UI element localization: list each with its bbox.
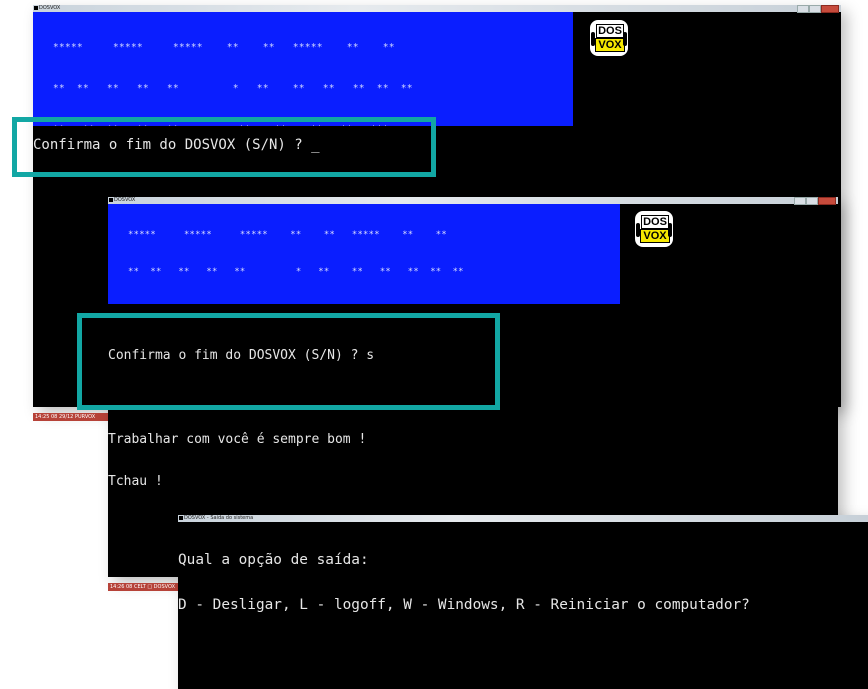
- minimize-button[interactable]: [797, 5, 809, 13]
- window-title: DOSVOX: [39, 5, 61, 11]
- banner-line: ** ** ** ** ** * ** ** ** ** ** **: [53, 82, 413, 94]
- goodbye-line: Tchau !: [108, 474, 163, 489]
- exit-options-text: Qual a opção de saída: D - Desligar, L -…: [178, 523, 750, 643]
- banner-line: ***** ***** ***** ** ** ***** ** **: [53, 41, 395, 53]
- dosvox-banner: ***** ***** ***** ** ** ***** ** ** ** *…: [108, 204, 620, 304]
- close-button[interactable]: [818, 197, 836, 205]
- highlight-box-1: [12, 117, 436, 177]
- logo-dos-text: DOS: [596, 24, 624, 38]
- app-icon: [109, 198, 113, 202]
- headphone-right-icon: [668, 223, 672, 237]
- app-icon: [179, 516, 183, 520]
- exit-question-line: Qual a opção de saída:: [178, 552, 369, 568]
- banner-line: ** ** ** ** ** * ** ** ** ** ** **: [128, 267, 464, 278]
- logo-vox-text: VOX: [595, 38, 625, 52]
- banner-line: ***** ***** ***** ** ** ***** ** **: [128, 230, 447, 241]
- window-title: DOSVOX: [114, 197, 136, 203]
- exit-options-line: D - Desligar, L - logoff, W - Windows, R…: [178, 597, 750, 613]
- maximize-button[interactable]: [809, 5, 821, 13]
- title-bar: DOSVOX: [108, 197, 838, 205]
- minimize-button[interactable]: [794, 197, 806, 205]
- logo-vox-text: VOX: [640, 229, 670, 243]
- dosvox-logo: DOS VOX: [590, 20, 628, 56]
- window-title: DOSVOX - Saída do sistema: [184, 515, 254, 521]
- banner-line: ** ** ** ** ** ** ** ** ** ***: [128, 303, 620, 305]
- taskbar-fragment-1: 14:25 08 29/12 PURVOX: [33, 413, 110, 421]
- dosvox-banner: ***** ***** ***** ** ** ***** ** ** ** *…: [33, 12, 573, 126]
- title-bar: DOSVOX: [33, 5, 841, 13]
- close-button[interactable]: [821, 5, 839, 13]
- headphone-right-icon: [623, 32, 627, 46]
- dosvox-logo: DOS VOX: [635, 211, 673, 247]
- app-icon: [34, 6, 38, 10]
- title-bar: DOSVOX - Saída do sistema: [178, 515, 868, 522]
- maximize-button[interactable]: [806, 197, 818, 205]
- window-controls: [794, 197, 836, 205]
- window-controls: [797, 5, 839, 13]
- terminal-window-3: DOSVOX - Saída do sistema Qual a opção d…: [178, 515, 868, 689]
- taskbar-fragment-2: 14:26 08 CELT □ DOSVOX: [108, 583, 182, 591]
- farewell-line: Trabalhar com você é sempre bom !: [108, 432, 367, 447]
- highlight-box-2: [77, 313, 500, 410]
- logo-dos-text: DOS: [641, 215, 669, 229]
